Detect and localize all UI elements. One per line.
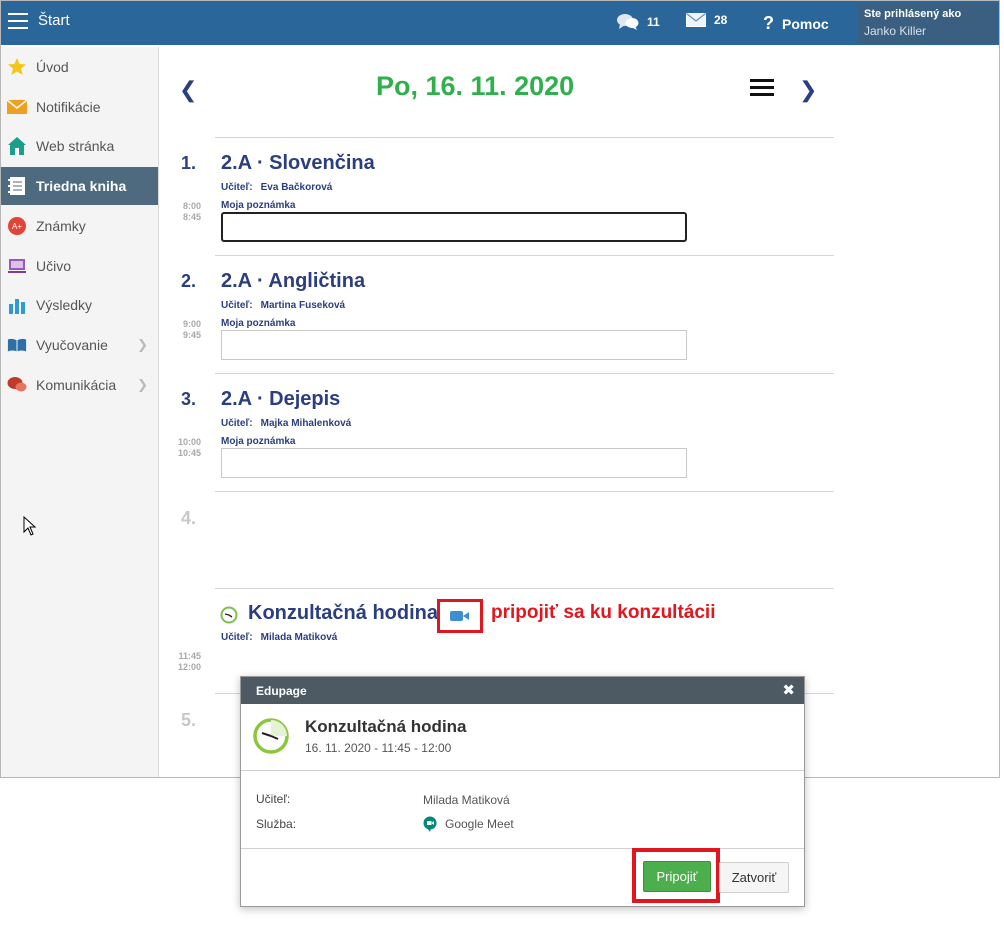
svg-text:A+: A+ bbox=[12, 222, 22, 231]
mail-icon bbox=[686, 13, 706, 27]
messages-button[interactable]: 11 bbox=[617, 13, 660, 31]
mouse-cursor-icon bbox=[23, 516, 37, 536]
note-label: Moja poznámka bbox=[221, 200, 296, 211]
help-label: Pomoc bbox=[782, 15, 829, 32]
lesson-number: 1. bbox=[181, 153, 197, 173]
sidebar-item-label: Web stránka bbox=[36, 138, 115, 154]
chevron-right-icon: ❯ bbox=[137, 337, 148, 352]
service-label: Služba: bbox=[256, 817, 297, 831]
sidebar-item-label: Učivo bbox=[36, 258, 72, 274]
chevron-right-icon: ❯ bbox=[137, 377, 148, 392]
note-input[interactable] bbox=[221, 448, 687, 478]
help-button[interactable]: ? Pomoc bbox=[763, 13, 829, 34]
divider bbox=[215, 255, 834, 256]
consultation-time: 11:45 12:00 bbox=[177, 651, 201, 672]
dialog-datetime: 16. 11. 2020 - 11:45 - 12:00 bbox=[305, 741, 452, 755]
note-input[interactable] bbox=[221, 212, 687, 242]
lesson-number: 5. bbox=[181, 710, 197, 730]
question-icon: ? bbox=[763, 13, 774, 33]
lesson-teacher: Učiteľ: Eva Bačkorová bbox=[221, 182, 333, 193]
dialog-header: Edupage ✖ bbox=[241, 677, 804, 704]
user-name: Janko Killer bbox=[864, 24, 927, 38]
lesson-time: 9:00 9:45 bbox=[182, 319, 201, 340]
sidebar: Úvod Notifikácie Web stránka Triedna kni… bbox=[1, 47, 159, 777]
grades-icon: A+ bbox=[7, 216, 27, 236]
star-icon bbox=[7, 57, 27, 77]
lesson-title[interactable]: 2.A · Slovenčina bbox=[221, 152, 375, 175]
notebook-icon bbox=[7, 176, 27, 196]
lesson-time: 8:00 8:45 bbox=[182, 201, 201, 222]
app-window: Štart 11 28 ? Pomoc Ste prihlásený ako J… bbox=[0, 0, 1000, 778]
consultation-title[interactable]: Konzultačná hodina bbox=[248, 602, 438, 625]
mail-count: 28 bbox=[714, 13, 728, 27]
join-annotation: pripojiť sa ku konzultácii bbox=[491, 602, 716, 623]
clock-icon bbox=[220, 606, 238, 624]
video-camera-icon bbox=[450, 611, 469, 621]
note-input[interactable] bbox=[221, 330, 687, 360]
sidebar-item-label: Známky bbox=[36, 218, 86, 234]
top-bar: Štart 11 28 ? Pomoc Ste prihlásený ako J… bbox=[1, 1, 999, 45]
sidebar-item-znamky[interactable]: A+ Známky bbox=[1, 207, 158, 245]
mail-button[interactable]: 28 bbox=[686, 13, 727, 27]
divider bbox=[215, 137, 834, 138]
sidebar-item-web-stranka[interactable]: Web stránka bbox=[1, 127, 158, 165]
divider bbox=[215, 491, 834, 492]
hamburger-menu-icon[interactable] bbox=[8, 13, 28, 31]
sidebar-item-komunikacia[interactable]: Komunikácia ❯ bbox=[1, 366, 158, 404]
lesson-time: 10:00 10:45 bbox=[177, 437, 201, 458]
divider bbox=[215, 373, 834, 374]
teacher-label: Učiteľ: bbox=[256, 792, 291, 806]
dialog-header-title: Edupage bbox=[256, 684, 307, 698]
lesson-number: 2. bbox=[181, 271, 197, 291]
chat-bubbles-icon bbox=[617, 14, 639, 30]
lesson-number: 4. bbox=[181, 508, 197, 528]
join-video-button[interactable] bbox=[437, 599, 483, 633]
sidebar-item-label: Úvod bbox=[36, 59, 69, 75]
divider bbox=[215, 588, 834, 589]
service-value: Google Meet bbox=[423, 816, 514, 832]
sidebar-item-notifikacie[interactable]: Notifikácie bbox=[1, 88, 158, 126]
close-icon[interactable]: ✖ bbox=[782, 681, 795, 699]
menu-icon[interactable] bbox=[750, 79, 774, 97]
bar-chart-icon bbox=[7, 295, 27, 315]
note-label: Moja poznámka bbox=[221, 318, 296, 329]
sidebar-item-label: Výsledky bbox=[36, 297, 93, 313]
dialog-title: Konzultačná hodina bbox=[305, 717, 467, 736]
teacher-value: Milada Matiková bbox=[423, 793, 510, 807]
lesson-title[interactable]: 2.A · Angličtina bbox=[221, 270, 365, 293]
close-button[interactable]: Zatvoriť bbox=[719, 862, 789, 893]
sidebar-item-label: Notifikácie bbox=[36, 99, 101, 115]
sidebar-item-triedna-kniha[interactable]: Triedna kniha bbox=[1, 167, 158, 205]
clock-icon bbox=[253, 718, 289, 754]
lesson-number: 3. bbox=[181, 389, 197, 409]
lesson-teacher: Učiteľ: Majka Mihalenková bbox=[221, 418, 352, 429]
sidebar-item-uvod[interactable]: Úvod bbox=[1, 48, 158, 86]
lesson-title[interactable]: 2.A · Dejepis bbox=[221, 388, 340, 411]
messages-count: 11 bbox=[647, 15, 660, 29]
user-account-box[interactable]: Ste prihlásený ako Janko Killer bbox=[857, 3, 998, 43]
envelope-icon bbox=[7, 97, 27, 117]
sidebar-item-label: Vyučovanie bbox=[36, 337, 108, 353]
lesson-teacher: Učiteľ: Martina Fuseková bbox=[221, 300, 346, 311]
prev-day-button[interactable]: ❮ bbox=[179, 77, 197, 103]
join-button[interactable]: Pripojiť bbox=[643, 861, 711, 892]
sidebar-item-vyucovanie[interactable]: Vyučovanie ❯ bbox=[1, 326, 158, 364]
next-day-button[interactable]: ❯ bbox=[799, 77, 817, 103]
sidebar-item-label: Komunikácia bbox=[36, 377, 117, 393]
home-icon bbox=[7, 136, 27, 156]
sidebar-item-vysledky[interactable]: Výsledky bbox=[1, 286, 158, 324]
consultation-dialog: Edupage ✖ Konzultačná hodina 16. 11. 202… bbox=[240, 676, 805, 907]
date-title: Po, 16. 11. 2020 bbox=[376, 71, 575, 101]
divider bbox=[241, 770, 804, 771]
start-link[interactable]: Štart bbox=[38, 12, 70, 29]
sidebar-item-ucivo[interactable]: Učivo bbox=[1, 247, 158, 285]
curriculum-icon bbox=[7, 256, 27, 276]
note-label: Moja poznámka bbox=[221, 436, 296, 447]
chat-icon bbox=[7, 375, 27, 395]
consultation-teacher: Učiteľ: Milada Matiková bbox=[221, 632, 338, 643]
logged-in-as-label: Ste prihlásený ako bbox=[864, 8, 962, 20]
sidebar-item-label: Triedna kniha bbox=[36, 178, 127, 194]
book-icon bbox=[7, 335, 27, 355]
google-meet-icon bbox=[423, 816, 437, 832]
